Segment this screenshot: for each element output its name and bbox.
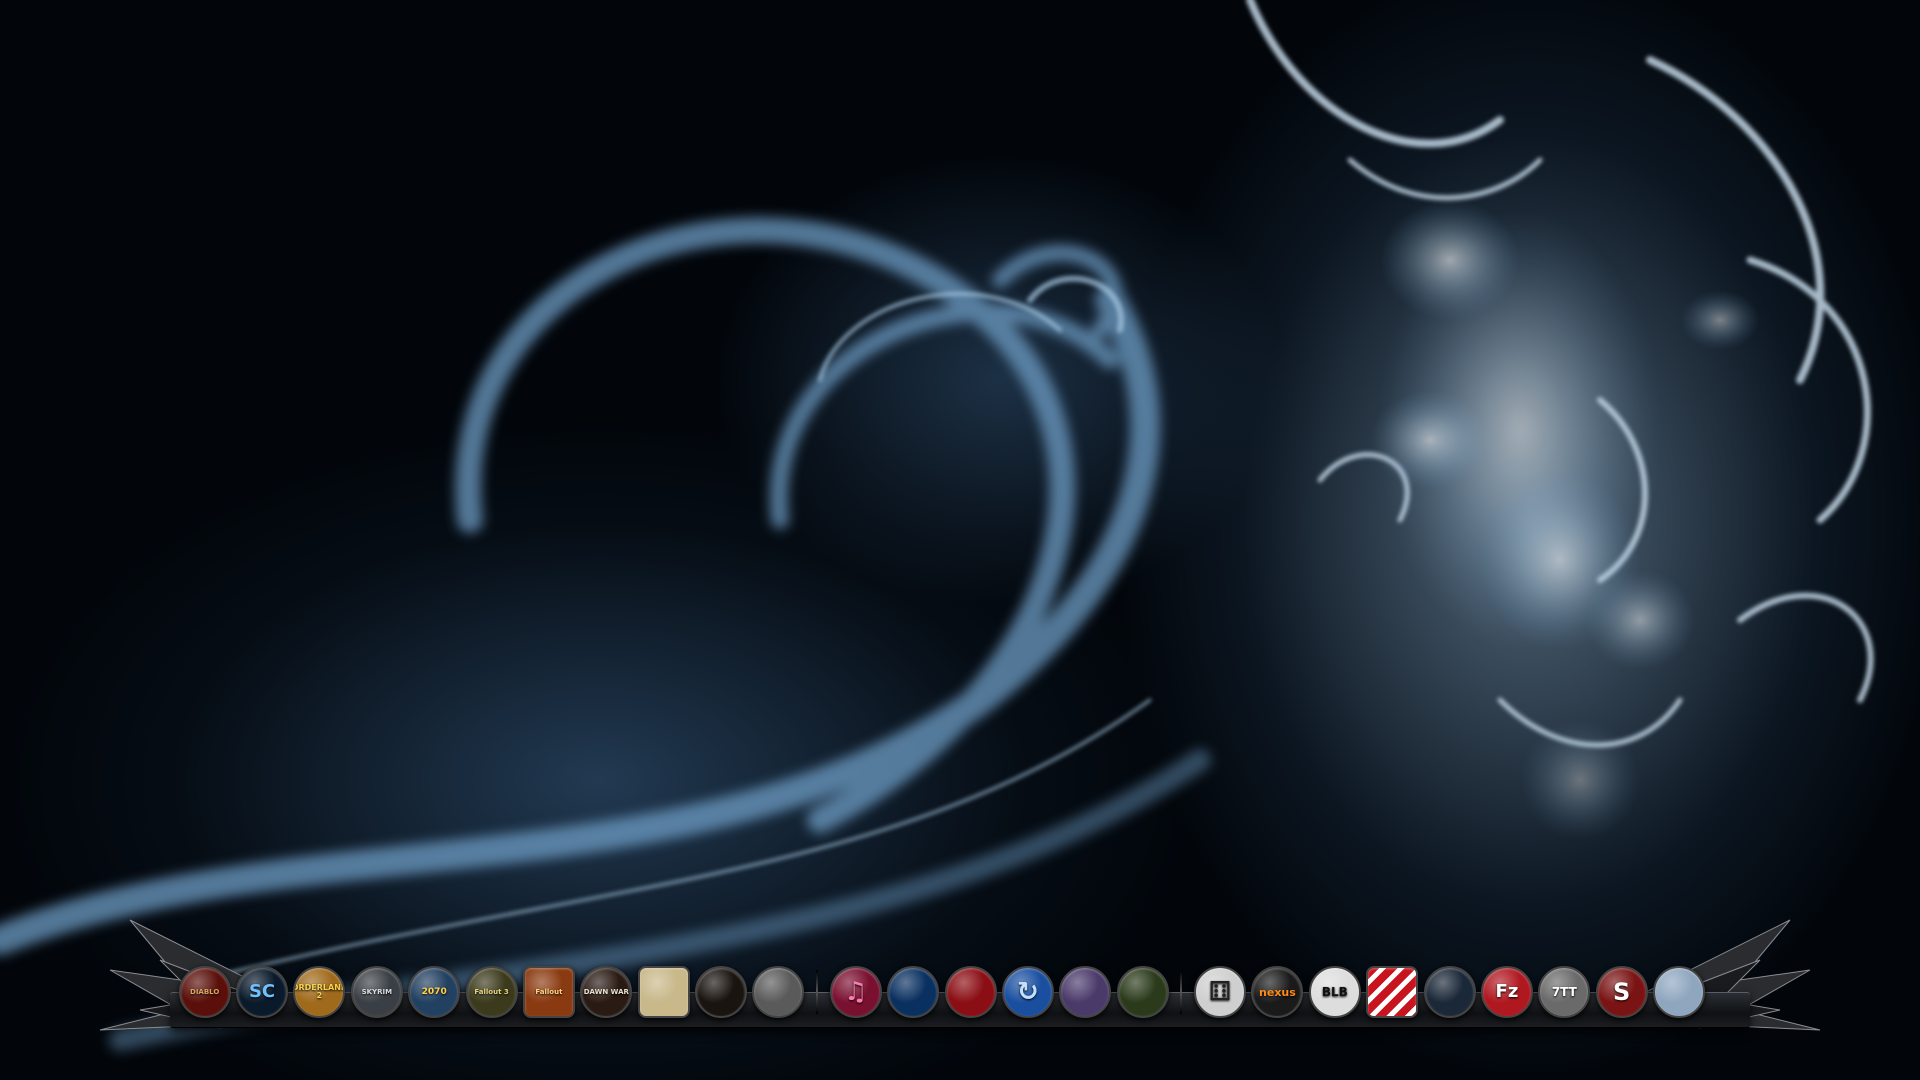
dock-item-sync[interactable]: ↻: [1001, 966, 1054, 1018]
dock-item-starcraft2[interactable]: SC: [236, 966, 289, 1018]
dock-item-s-app[interactable]: S: [1595, 966, 1648, 1018]
dock-item-anno2070[interactable]: 2070: [408, 966, 461, 1018]
dock-item-winrar[interactable]: [1059, 966, 1112, 1018]
dock-item-borderlands2[interactable]: BORDERLANDS 2: [293, 966, 346, 1018]
dock-item-diablo[interactable]: DIABLO: [178, 966, 231, 1018]
dock-item-steam[interactable]: [1423, 966, 1476, 1018]
dock-separator: [816, 970, 819, 1014]
dock-item-seven-taskbar-tweaker[interactable]: 7TT: [1538, 966, 1591, 1018]
dock-item-nexus[interactable]: nexus: [1251, 966, 1304, 1018]
dock-item-dice[interactable]: ⚅: [1194, 966, 1247, 1018]
dock-item-skyrim[interactable]: SKYRIM: [350, 966, 403, 1018]
dock-item-stripes[interactable]: [1366, 966, 1419, 1018]
dock-separator: [1180, 970, 1183, 1014]
dock-item-itunes[interactable]: ♫: [829, 966, 882, 1018]
s-letter-icon: S: [1613, 978, 1631, 1006]
dock-item-wargame[interactable]: [637, 966, 690, 1018]
fallout-icon: Fallout: [535, 987, 563, 996]
desktop[interactable]: DIABLO SC BORDERLANDS 2 SKYRIM 2070 Fallout 3…: [0, 0, 1920, 1080]
music-note-icon: ♫: [844, 977, 868, 1007]
dice-icon: ⚅: [1208, 977, 1232, 1007]
diablo-icon: DIABLO: [190, 987, 220, 996]
dock-item-dawnofwar[interactable]: DAWN WAR: [580, 966, 633, 1018]
dock-item-headphones[interactable]: [944, 966, 997, 1018]
anno-icon: 2070: [421, 986, 447, 997]
dock-item-company-of-heroes[interactable]: [752, 966, 805, 1018]
dock-item-dragon[interactable]: [695, 966, 748, 1018]
borderlands-icon: BORDERLANDS 2: [295, 983, 343, 1000]
sync-icon: ↻: [1017, 977, 1039, 1007]
dock-items: DIABLO SC BORDERLANDS 2 SKYRIM 2070 Fallout 3…: [88, 962, 1748, 1022]
dawn-of-war-icon: DAWN WAR: [583, 987, 629, 996]
nexus-mod-manager-icon: nexus: [1259, 985, 1296, 999]
dock-item-quake[interactable]: [1116, 966, 1169, 1018]
fallout3-icon: Fallout 3: [474, 987, 509, 996]
dock-item-recycle-bin[interactable]: [1653, 966, 1706, 1018]
dock-item-feather[interactable]: [887, 966, 940, 1018]
dock-item-fallout[interactable]: Fallout: [522, 966, 575, 1018]
7tt-icon: 7TT: [1551, 985, 1577, 999]
blb-icon: BLB: [1321, 985, 1348, 999]
starcraft-icon: SC: [248, 981, 276, 1002]
dock-item-filezilla[interactable]: Fz: [1480, 966, 1533, 1018]
dock-item-fallout3[interactable]: Fallout 3: [465, 966, 518, 1018]
filezilla-icon: Fz: [1495, 981, 1519, 1002]
skyrim-icon: SKYRIM: [361, 987, 393, 996]
dock-item-blb[interactable]: BLB: [1308, 966, 1361, 1018]
